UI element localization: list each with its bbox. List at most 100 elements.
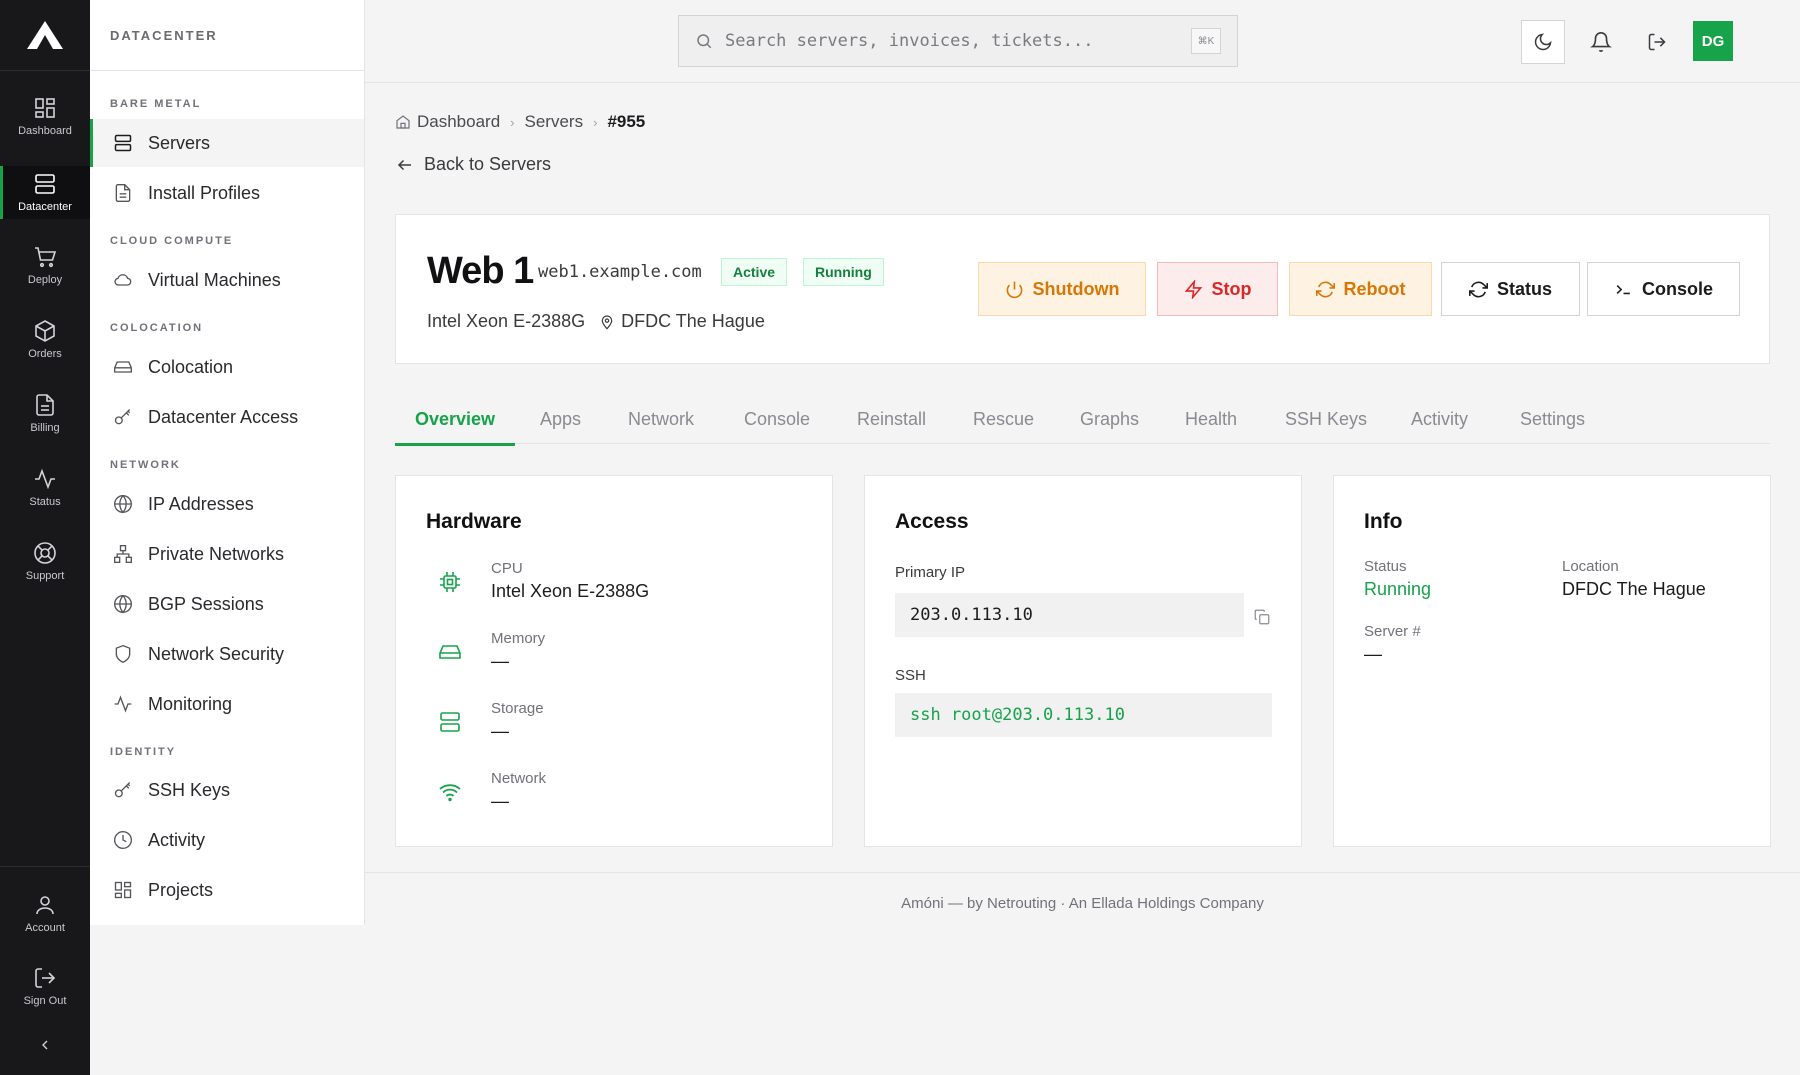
server-tabs: Overview Apps Network Console Reinstall … bbox=[394, 395, 1770, 446]
sidebar-item-colocation[interactable]: Colocation bbox=[90, 343, 364, 391]
sidebar-item-label: IP Addresses bbox=[148, 493, 254, 514]
rail-item-deploy[interactable]: Deploy bbox=[0, 234, 90, 296]
bolt-icon bbox=[1184, 279, 1202, 299]
info-card: Info Status Running Location DFDC The Ha… bbox=[1333, 475, 1771, 847]
sidebar-item-label: Virtual Machines bbox=[148, 269, 281, 290]
rail-item-label: Dashboard bbox=[18, 124, 72, 137]
collapse-button[interactable] bbox=[0, 1025, 90, 1065]
sidebar-item-projects[interactable]: Projects bbox=[90, 866, 364, 914]
document-icon bbox=[36, 393, 54, 416]
storage-value: — bbox=[491, 721, 509, 741]
tab-reinstall[interactable]: Reinstall bbox=[857, 395, 926, 444]
server-number-label: Server # bbox=[1364, 623, 1421, 640]
breadcrumb-current: #955 bbox=[607, 112, 646, 131]
tab-rescue[interactable]: Rescue bbox=[973, 395, 1034, 444]
rail-item-label: Orders bbox=[28, 347, 62, 360]
user-icon bbox=[36, 895, 54, 914]
rail-item-billing[interactable]: Billing bbox=[0, 382, 90, 444]
rail-item-dashboard[interactable]: Dashboard bbox=[0, 85, 90, 147]
reboot-button[interactable]: Reboot bbox=[1289, 262, 1432, 316]
tab-settings[interactable]: Settings bbox=[1520, 395, 1585, 444]
rail-item-label: Account bbox=[25, 921, 65, 934]
sidebar-item-label: Projects bbox=[148, 879, 214, 900]
dashboard-icon bbox=[35, 97, 55, 118]
rail-item-orders[interactable]: Orders bbox=[0, 308, 90, 370]
tab-activity[interactable]: Activity bbox=[1411, 395, 1468, 444]
stop-button[interactable]: Stop bbox=[1157, 262, 1278, 316]
ssh-command-field[interactable]: ssh root@203.0.113.10 bbox=[895, 693, 1272, 737]
activity-icon bbox=[112, 693, 134, 715]
location-value: DFDC The Hague bbox=[1562, 579, 1706, 599]
sidebar-item-virtual-machines[interactable]: Virtual Machines bbox=[90, 256, 364, 304]
breadcrumb-servers[interactable]: Servers bbox=[525, 112, 584, 132]
sidebar-item-bgp-sessions[interactable]: BGP Sessions bbox=[90, 580, 364, 628]
tab-overview[interactable]: Overview bbox=[394, 395, 516, 446]
rail-item-account[interactable]: Account bbox=[0, 882, 90, 944]
status-button[interactable]: Status bbox=[1441, 262, 1580, 316]
tab-network[interactable]: Network bbox=[628, 395, 694, 444]
tab-apps[interactable]: Apps bbox=[540, 395, 581, 444]
location-label: Location bbox=[1562, 558, 1619, 575]
tab-ssh-keys[interactable]: SSH Keys bbox=[1285, 395, 1367, 444]
tab-console[interactable]: Console bbox=[744, 395, 810, 444]
key-icon bbox=[112, 779, 134, 801]
theme-toggle-button[interactable] bbox=[1521, 20, 1565, 64]
datacenter-sidebar: DATACENTER BARE METAL Servers Install Pr… bbox=[90, 0, 365, 925]
storage-label: Storage bbox=[491, 700, 544, 717]
sidebar-item-ip-addresses[interactable]: IP Addresses bbox=[90, 480, 364, 528]
avatar[interactable]: DG bbox=[1693, 21, 1733, 61]
shutdown-button[interactable]: Shutdown bbox=[978, 262, 1146, 316]
sidebar-item-network-security[interactable]: Network Security bbox=[90, 630, 364, 678]
drive-icon bbox=[438, 640, 462, 664]
sidebar-item-ssh-keys[interactable]: SSH Keys bbox=[90, 766, 364, 814]
sidebar-title: DATACENTER bbox=[90, 0, 364, 71]
tab-health[interactable]: Health bbox=[1185, 395, 1237, 444]
breadcrumb-dashboard[interactable]: Dashboard bbox=[417, 112, 500, 132]
sidebar-item-datacenter-access[interactable]: Datacenter Access bbox=[90, 393, 364, 441]
hardware-card: Hardware CPU Intel Xeon E-2388G Memory —… bbox=[395, 475, 833, 847]
sidebar-item-label: Servers bbox=[148, 132, 211, 153]
tab-graphs[interactable]: Graphs bbox=[1080, 395, 1139, 444]
server-number-value: — bbox=[1364, 644, 1382, 664]
sign-out-button[interactable] bbox=[1635, 20, 1679, 64]
bell-icon bbox=[1590, 32, 1612, 52]
search-input[interactable]: Search servers, invoices, tickets... ⌘K bbox=[678, 15, 1238, 67]
notifications-button[interactable] bbox=[1579, 20, 1623, 64]
sidebar-item-label: Monitoring bbox=[148, 693, 233, 714]
rail-item-label: Support bbox=[25, 569, 65, 582]
search-placeholder: Search servers, invoices, tickets... bbox=[725, 31, 1094, 51]
breadcrumb: Dashboard › Servers › #955 bbox=[395, 110, 645, 134]
footer: Amóni — by Netrouting · An Ellada Holdin… bbox=[365, 872, 1800, 933]
sidebar-item-activity[interactable]: Activity bbox=[90, 816, 364, 864]
ssh-label: SSH bbox=[895, 667, 926, 684]
logo[interactable] bbox=[0, 0, 90, 71]
sidebar-item-label: Datacenter Access bbox=[148, 406, 299, 427]
rail-item-status[interactable]: Status bbox=[0, 456, 90, 518]
section-heading: CLOUD COMPUTE bbox=[110, 235, 234, 247]
sidebar-item-private-networks[interactable]: Private Networks bbox=[90, 530, 364, 578]
server-location: DFDC The Hague bbox=[621, 311, 765, 331]
shortcut-badge: ⌘K bbox=[1191, 28, 1221, 54]
rail-item-datacenter[interactable]: Datacenter bbox=[0, 166, 90, 219]
memory-value: — bbox=[491, 651, 509, 671]
section-heading: COLOCATION bbox=[110, 322, 204, 334]
sidebar-item-label: SSH Keys bbox=[148, 779, 231, 800]
document-icon bbox=[112, 182, 134, 204]
rail-item-support[interactable]: Support bbox=[0, 530, 90, 592]
back-link[interactable]: Back to Servers bbox=[396, 154, 551, 175]
key-icon bbox=[112, 406, 134, 428]
chevron-right-icon: › bbox=[593, 114, 598, 130]
sidebar-item-servers[interactable]: Servers bbox=[90, 119, 364, 167]
sidebar-item-monitoring[interactable]: Monitoring bbox=[90, 680, 364, 728]
rail-item-sign-out[interactable]: Sign Out bbox=[0, 955, 90, 1017]
network-label: Network bbox=[491, 770, 547, 787]
server-icon bbox=[438, 710, 462, 734]
sidebar-item-install-profiles[interactable]: Install Profiles bbox=[90, 169, 364, 217]
console-button[interactable]: Console bbox=[1587, 262, 1740, 316]
primary-ip-field[interactable]: 203.0.113.10 bbox=[895, 593, 1244, 637]
clock-icon bbox=[112, 829, 134, 851]
copy-icon[interactable] bbox=[1250, 605, 1274, 629]
top-bar: Search servers, invoices, tickets... ⌘K … bbox=[365, 0, 1800, 83]
reboot-label: Reboot bbox=[1343, 278, 1406, 299]
shutdown-label: Shutdown bbox=[1032, 278, 1120, 299]
